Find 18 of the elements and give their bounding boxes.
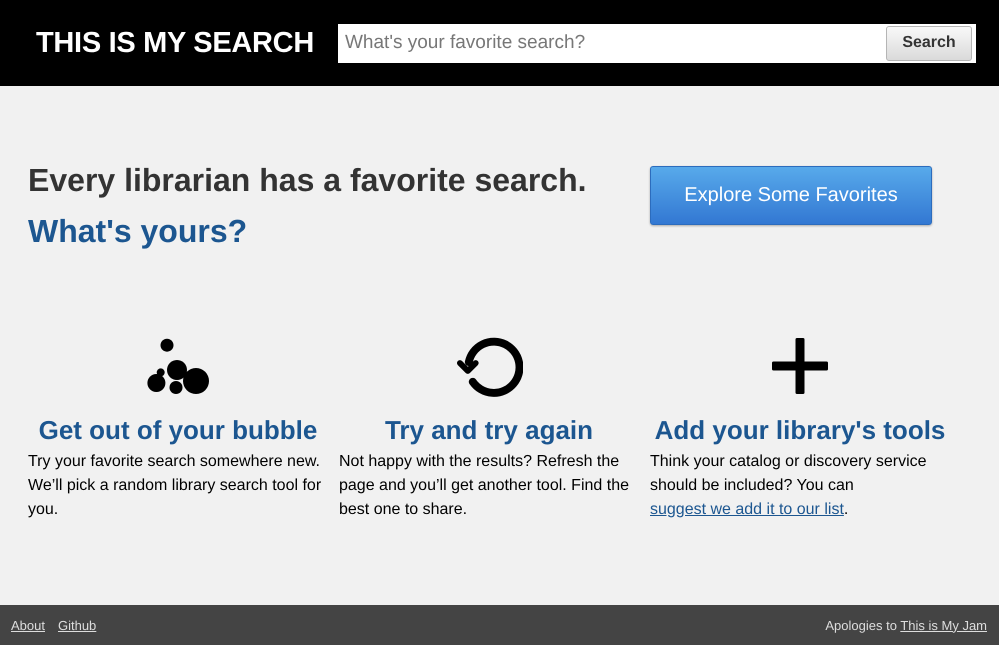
suggest-link[interactable]: suggest we add it to our list: [650, 501, 844, 518]
feature-title: Try and try again: [384, 415, 594, 445]
footer-link[interactable]: Github: [58, 618, 96, 632]
refresh-icon: [455, 335, 523, 397]
site-logo: THIS IS MY SEARCH: [36, 26, 314, 60]
search-button[interactable]: Search: [886, 26, 972, 60]
hero-subheading: What's yours?: [28, 212, 248, 250]
bubbles-icon: [147, 338, 209, 394]
feature-title: Get out of your bubble: [38, 415, 318, 445]
credit-text: Apologies to This is My Jam: [825, 618, 987, 632]
footer-link[interactable]: About: [11, 618, 45, 632]
plus-icon: [772, 338, 828, 394]
feature-text: Not happy with the results? Refresh the page and you’ll get another tool. Find the best one to share.: [339, 452, 630, 520]
feature-title: Add your library's tools: [654, 415, 946, 445]
feature-text: Think your catalog or discovery service should be included? You can suggest we add it to our list.: [650, 452, 928, 520]
hero-heading: Every librarian has a favorite search.: [28, 161, 588, 199]
feature-text: Try your favorite search somewhere new. We’ll pick a random library search tool for you.: [28, 452, 322, 520]
credit-link[interactable]: This is My Jam: [900, 618, 987, 632]
